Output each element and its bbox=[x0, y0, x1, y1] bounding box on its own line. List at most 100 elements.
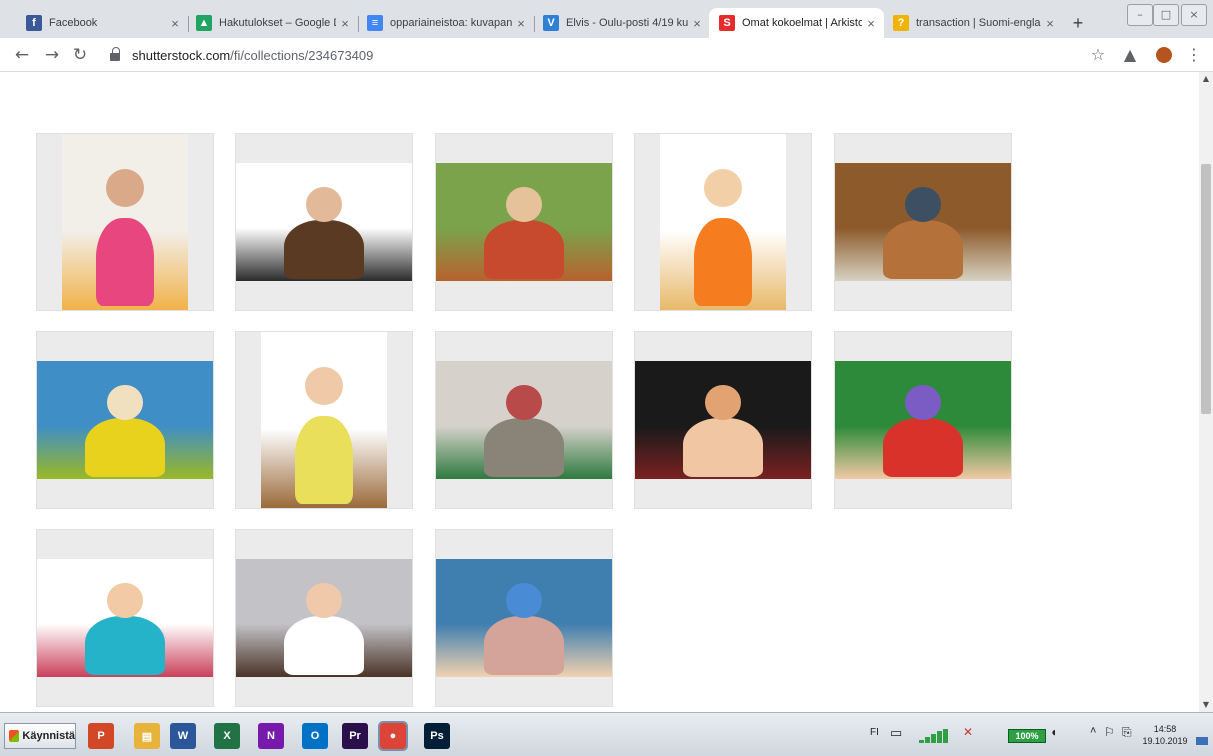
photo-thumbnail bbox=[62, 134, 188, 310]
photo-subject-head bbox=[905, 186, 941, 222]
photo-subject-body bbox=[295, 416, 353, 505]
close-tab-icon[interactable]: × bbox=[336, 16, 354, 31]
tab-title: oppariaineistoa: kuvapankkiku bbox=[390, 17, 512, 29]
close-tab-icon[interactable]: × bbox=[166, 16, 184, 31]
excel-taskbar-icon[interactable]: X bbox=[214, 723, 240, 749]
photo-subject-head bbox=[107, 582, 143, 618]
minimize-button[interactable]: – bbox=[1127, 4, 1153, 26]
browser-tab[interactable]: S Omat kokoelmat | Arkistovalol× bbox=[709, 8, 884, 38]
photo-subject-body bbox=[483, 615, 565, 675]
url-host: shutterstock.com bbox=[132, 47, 231, 63]
show-hidden-icons-chevron-icon[interactable]: ˄ bbox=[1090, 725, 1096, 737]
photo-thumbnail bbox=[436, 559, 612, 677]
collection-photo-tile[interactable] bbox=[36, 331, 214, 509]
collection-photo-tile[interactable] bbox=[36, 133, 214, 311]
system-clock[interactable]: 14:58 19.10.2019 bbox=[1140, 723, 1190, 747]
battery-indicator[interactable]: 100% bbox=[1008, 729, 1046, 743]
start-label: Käynnistä bbox=[22, 730, 75, 742]
close-tab-icon[interactable]: × bbox=[862, 16, 880, 31]
photo-subject-head bbox=[705, 384, 741, 420]
collection-photo-tile[interactable] bbox=[435, 331, 613, 509]
photo-subject-body bbox=[84, 417, 166, 477]
photo-subject-head bbox=[905, 384, 941, 420]
photoshop-taskbar-icon[interactable]: Ps bbox=[424, 723, 450, 749]
photo-subject-body bbox=[96, 218, 154, 307]
new-tab-button[interactable]: + bbox=[1067, 12, 1089, 34]
collection-photo-tile[interactable] bbox=[634, 133, 812, 311]
collection-photo-tile[interactable] bbox=[435, 133, 613, 311]
chrome-taskbar-icon[interactable]: ● bbox=[378, 721, 408, 751]
tab-title: Elvis - Oulu-posti 4/19 kuvat bbox=[566, 17, 688, 29]
browser-toolbar: ← → ↻ shutterstock.com/fi/collections/23… bbox=[0, 38, 1213, 72]
onenote-taskbar-icon[interactable]: N bbox=[258, 723, 284, 749]
usb-device-icon[interactable]: ⎘ bbox=[1122, 725, 1132, 740]
collection-photo-tile[interactable] bbox=[435, 529, 613, 707]
clock-time: 14:58 bbox=[1153, 724, 1177, 734]
photo-subject-body bbox=[882, 417, 964, 477]
action-center-flag-icon[interactable]: ⚐ bbox=[1104, 725, 1115, 739]
reload-icon[interactable]: ↻ bbox=[68, 43, 92, 67]
collection-photo-tile[interactable] bbox=[235, 133, 413, 311]
scroll-down-arrow-icon[interactable]: ▼ bbox=[1199, 698, 1213, 712]
power-plug-icon[interactable]: ◖ bbox=[1050, 725, 1057, 739]
photo-thumbnail bbox=[835, 163, 1011, 281]
extension-icon[interactable]: ▲ bbox=[1118, 43, 1142, 67]
close-tab-icon[interactable]: × bbox=[512, 16, 530, 31]
photo-thumbnail bbox=[37, 361, 213, 479]
collection-photo-tile[interactable] bbox=[634, 331, 812, 509]
browser-tab[interactable]: ? transaction | Suomi-englanti s× bbox=[883, 8, 1063, 38]
scroll-up-arrow-icon[interactable]: ▲ bbox=[1199, 72, 1213, 86]
windows-logo-icon bbox=[9, 730, 20, 742]
google-drive-icon: ▲ bbox=[196, 15, 212, 31]
photo-thumbnail bbox=[236, 163, 412, 281]
powerpoint-taskbar-icon[interactable]: P bbox=[88, 723, 114, 749]
browser-tab[interactable]: f Facebook × bbox=[16, 8, 189, 38]
outlook-taskbar-icon[interactable]: O bbox=[302, 723, 328, 749]
photo-subject-head bbox=[506, 186, 542, 222]
lock-icon bbox=[110, 47, 120, 61]
browser-tab[interactable]: ≡ oppariaineistoa: kuvapankkiku× bbox=[357, 8, 535, 38]
collection-photo-tile[interactable] bbox=[235, 529, 413, 707]
photo-subject-head bbox=[306, 582, 342, 618]
close-tab-icon[interactable]: × bbox=[1041, 16, 1059, 31]
collection-photo-tile[interactable] bbox=[235, 331, 413, 509]
close-tab-icon[interactable]: × bbox=[688, 16, 706, 31]
photo-thumbnail bbox=[436, 163, 612, 281]
url-path: /fi/collections/234673409 bbox=[230, 47, 374, 63]
photo-subject-body bbox=[682, 417, 764, 477]
browser-tab[interactable]: ▲ Hakutulokset – Google Drive× bbox=[186, 8, 359, 38]
browser-tab[interactable]: V Elvis - Oulu-posti 4/19 kuvat× bbox=[533, 8, 710, 38]
file-explorer-taskbar-icon[interactable]: ▤ bbox=[134, 723, 160, 749]
bookmark-star-icon[interactable]: ☆ bbox=[1086, 43, 1110, 67]
wireless-off-icon[interactable]: ✕ bbox=[963, 725, 973, 739]
profile-avatar[interactable] bbox=[1152, 43, 1176, 67]
browser-window: fFacebook×▲Hakutulokset – Google Drive×≡… bbox=[0, 0, 1213, 756]
maximize-button[interactable]: □ bbox=[1153, 4, 1179, 26]
back-arrow-icon[interactable]: ← bbox=[10, 43, 34, 67]
forward-arrow-icon[interactable]: → bbox=[40, 43, 64, 67]
collection-photo-tile[interactable] bbox=[36, 529, 214, 707]
language-indicator[interactable]: FI bbox=[870, 727, 879, 738]
keyboard-icon[interactable]: ▭ bbox=[890, 725, 902, 741]
photo-subject-body bbox=[694, 218, 752, 307]
photo-subject-head bbox=[306, 186, 342, 222]
network-signal-icon[interactable] bbox=[919, 729, 949, 743]
close-window-button[interactable]: × bbox=[1181, 4, 1207, 26]
address-bar[interactable]: shutterstock.com/fi/collections/23467340… bbox=[100, 43, 1110, 67]
collection-photo-tile[interactable] bbox=[834, 331, 1012, 509]
start-button[interactable]: Käynnistä bbox=[4, 723, 76, 749]
collection-photo-tile[interactable] bbox=[834, 133, 1012, 311]
premiere-taskbar-icon[interactable]: Pr bbox=[342, 723, 368, 749]
show-desktop-button[interactable] bbox=[1196, 737, 1208, 745]
photo-thumbnail bbox=[261, 332, 387, 508]
menu-dots-icon[interactable]: ⋮ bbox=[1182, 43, 1206, 67]
photo-subject-head bbox=[506, 582, 542, 618]
photo-thumbnail bbox=[436, 361, 612, 479]
photo-subject-body bbox=[283, 219, 365, 279]
scrollbar-thumb[interactable] bbox=[1201, 164, 1211, 414]
photo-subject-head bbox=[305, 367, 343, 405]
clock-date: 19.10.2019 bbox=[1142, 736, 1188, 746]
vertical-scrollbar[interactable]: ▲ ▼ bbox=[1199, 72, 1213, 712]
word-taskbar-icon[interactable]: W bbox=[170, 723, 196, 749]
photo-subject-head bbox=[106, 169, 144, 207]
